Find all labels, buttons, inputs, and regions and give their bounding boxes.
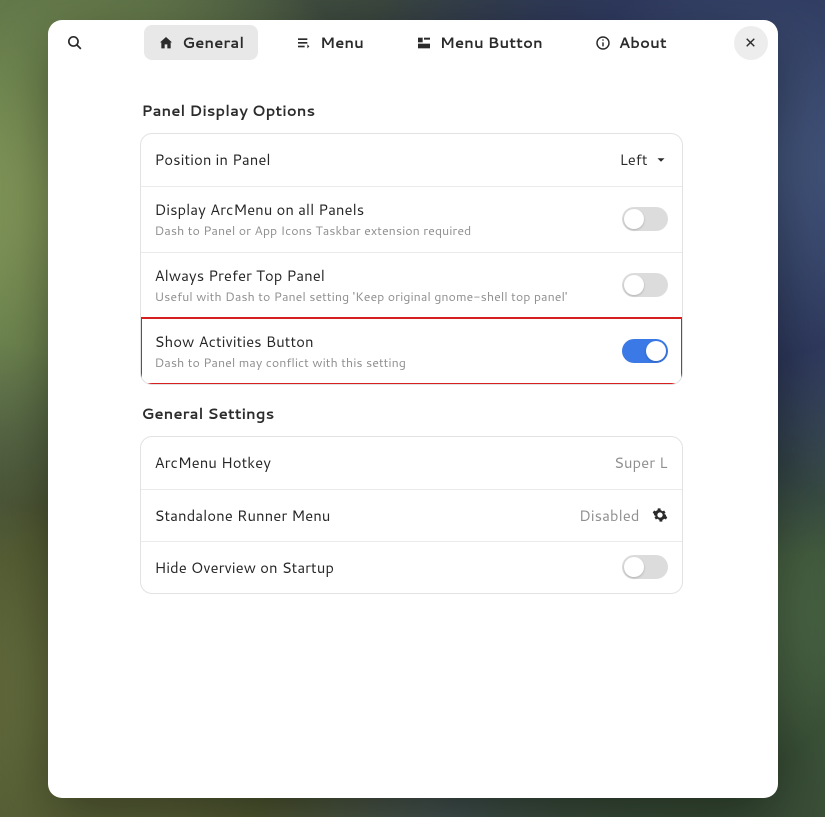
settings-window: General Menu Menu Button About Panel Dis… xyxy=(48,20,778,798)
hotkey-label: ArcMenu Hotkey xyxy=(155,452,272,473)
runner-value: Disabled xyxy=(579,505,639,526)
content-area: Panel Display Options Position in Panel … xyxy=(48,66,778,798)
tab-general-label: General xyxy=(182,32,244,53)
tab-bar: General Menu Menu Button About xyxy=(144,25,681,60)
gear-icon[interactable] xyxy=(652,507,668,523)
tab-about-label: About xyxy=(619,32,667,53)
chevron-down-icon xyxy=(654,153,668,167)
all-panels-label: Display ArcMenu on all Panels xyxy=(155,199,472,220)
position-combo[interactable]: Left xyxy=(619,149,667,170)
menu-icon xyxy=(296,35,312,51)
hide-overview-label: Hide Overview on Startup xyxy=(155,557,334,578)
prefer-top-switch[interactable] xyxy=(622,273,668,297)
panel-section-title: Panel Display Options xyxy=(142,100,683,121)
close-button[interactable] xyxy=(734,26,768,60)
general-section-title: General Settings xyxy=(142,403,683,424)
close-icon xyxy=(744,36,757,49)
position-in-panel-row[interactable]: Position in Panel Left xyxy=(141,134,682,186)
activities-sub: Dash to Panel may conflict with this set… xyxy=(155,354,406,372)
tab-general[interactable]: General xyxy=(144,25,258,60)
panel-options-card: Position in Panel Left Display ArcMenu o… xyxy=(140,133,683,385)
tab-about[interactable]: About xyxy=(581,25,681,60)
prefer-top-sub: Useful with Dash to Panel setting 'Keep … xyxy=(155,288,568,306)
all-panels-switch[interactable] xyxy=(622,207,668,231)
show-activities-row: Show Activities Button Dash to Panel may… xyxy=(141,318,682,384)
titlebar: General Menu Menu Button About xyxy=(48,20,778,66)
hotkey-value: Super L xyxy=(614,452,668,473)
display-all-panels-row: Display ArcMenu on all Panels Dash to Pa… xyxy=(141,186,682,252)
runner-row[interactable]: Standalone Runner Menu Disabled xyxy=(141,489,682,541)
tab-menu-button[interactable]: Menu Button xyxy=(402,25,557,60)
search-button[interactable] xyxy=(58,26,92,60)
position-label: Position in Panel xyxy=(155,149,271,170)
general-settings-card: ArcMenu Hotkey Super L Standalone Runner… xyxy=(140,436,683,594)
info-icon xyxy=(595,35,611,51)
hotkey-row[interactable]: ArcMenu Hotkey Super L xyxy=(141,437,682,489)
activities-switch[interactable] xyxy=(622,339,668,363)
all-panels-sub: Dash to Panel or App Icons Taskbar exten… xyxy=(155,222,472,240)
tab-menu[interactable]: Menu xyxy=(282,25,378,60)
position-value: Left xyxy=(619,149,647,170)
tab-menu-label: Menu xyxy=(320,32,364,53)
prefer-top-label: Always Prefer Top Panel xyxy=(155,265,568,286)
hide-overview-switch[interactable] xyxy=(622,555,668,579)
hide-overview-row: Hide Overview on Startup xyxy=(141,541,682,593)
search-icon xyxy=(66,34,83,51)
home-icon xyxy=(158,35,174,51)
panel-icon xyxy=(416,35,432,51)
runner-label: Standalone Runner Menu xyxy=(155,505,331,526)
tab-menu-button-label: Menu Button xyxy=(440,32,543,53)
prefer-top-panel-row: Always Prefer Top Panel Useful with Dash… xyxy=(141,252,682,318)
activities-label: Show Activities Button xyxy=(155,331,406,352)
